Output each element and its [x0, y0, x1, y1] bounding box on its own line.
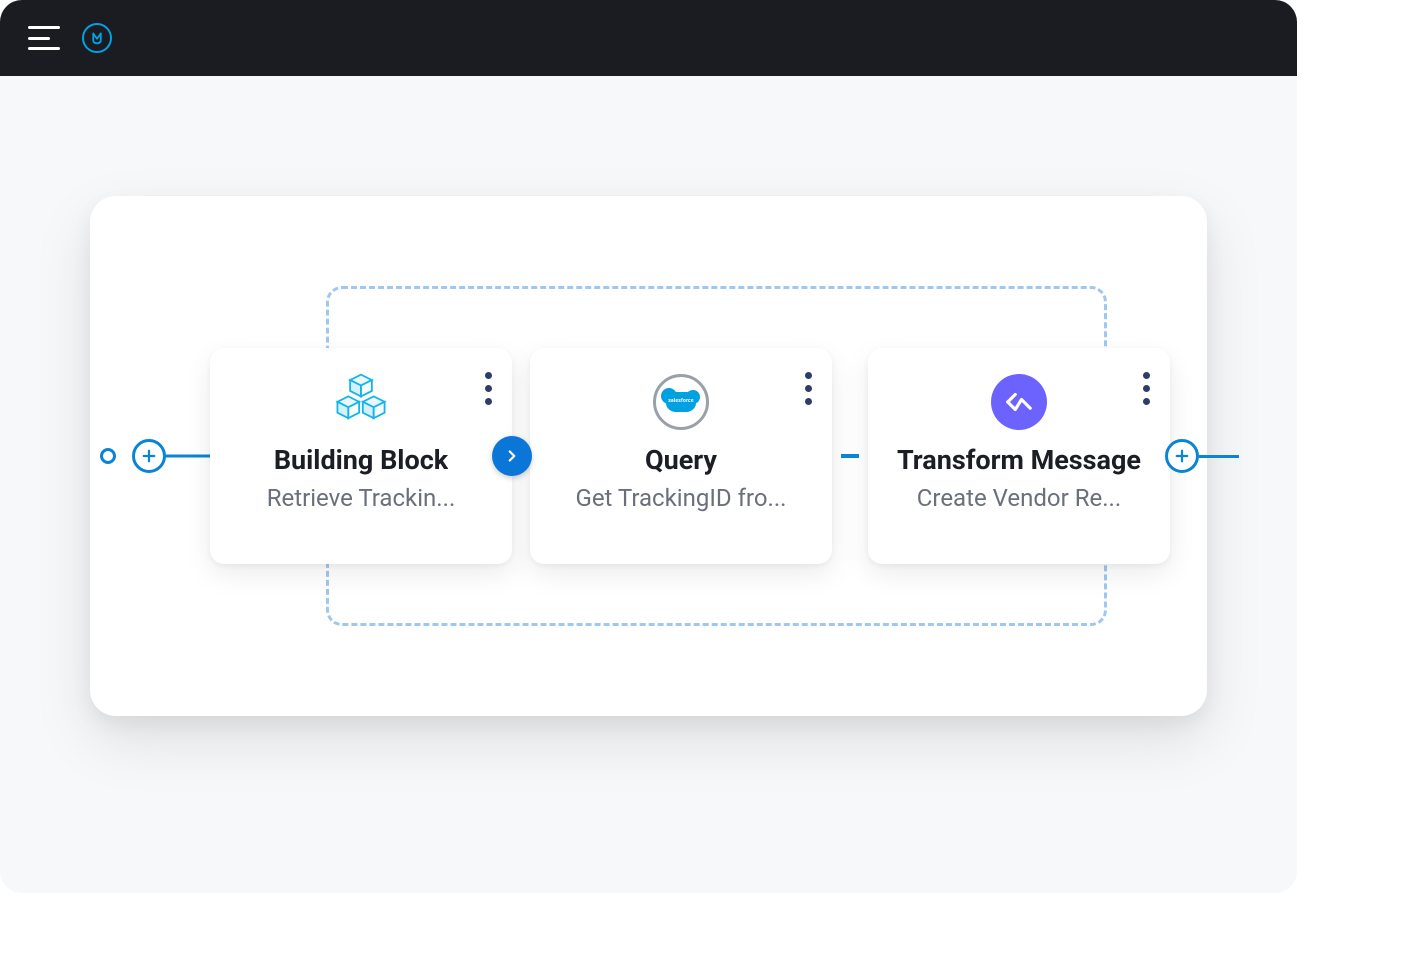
card-title: Query [645, 444, 717, 476]
flow-end-node [1165, 439, 1239, 473]
salesforce-icon: salesforce [653, 374, 709, 430]
topbar [0, 0, 1297, 76]
card-building-block[interactable]: Building Block Retrieve Trackin... [210, 348, 512, 564]
menu-icon[interactable] [28, 26, 60, 50]
add-step-end-button[interactable] [1165, 439, 1199, 473]
kebab-menu-icon[interactable] [805, 372, 812, 405]
card-title: Building Block [274, 444, 448, 476]
card-query[interactable]: salesforce Query Get TrackingID fro... [530, 348, 832, 564]
card-subtitle: Create Vendor Re... [917, 484, 1121, 512]
card-transform-message[interactable]: Transform Message Create Vendor Re... [868, 348, 1170, 564]
add-step-start-button[interactable] [132, 439, 166, 473]
card-subtitle: Get TrackingID fro... [575, 484, 786, 512]
flow-canvas-panel: Building Block Retrieve Trackin... [90, 196, 1207, 716]
card-title: Transform Message [897, 444, 1141, 476]
transform-icon [991, 374, 1047, 430]
kebab-menu-icon[interactable] [1143, 372, 1150, 405]
connector-line [841, 454, 859, 458]
card-subtitle: Retrieve Trackin... [267, 484, 456, 512]
flow-start-node [100, 439, 166, 473]
kebab-menu-icon[interactable] [485, 372, 492, 405]
start-dot-icon [100, 448, 116, 464]
canvas-background: Building Block Retrieve Trackin... [0, 76, 1297, 893]
flow-cards-row: Building Block Retrieve Trackin... [190, 348, 1207, 564]
cubes-icon [332, 371, 390, 433]
mulesoft-logo-icon [82, 23, 112, 53]
expand-chevron-icon[interactable] [492, 436, 532, 476]
connector-line [1199, 455, 1239, 458]
app-frame: Building Block Retrieve Trackin... [0, 0, 1297, 893]
